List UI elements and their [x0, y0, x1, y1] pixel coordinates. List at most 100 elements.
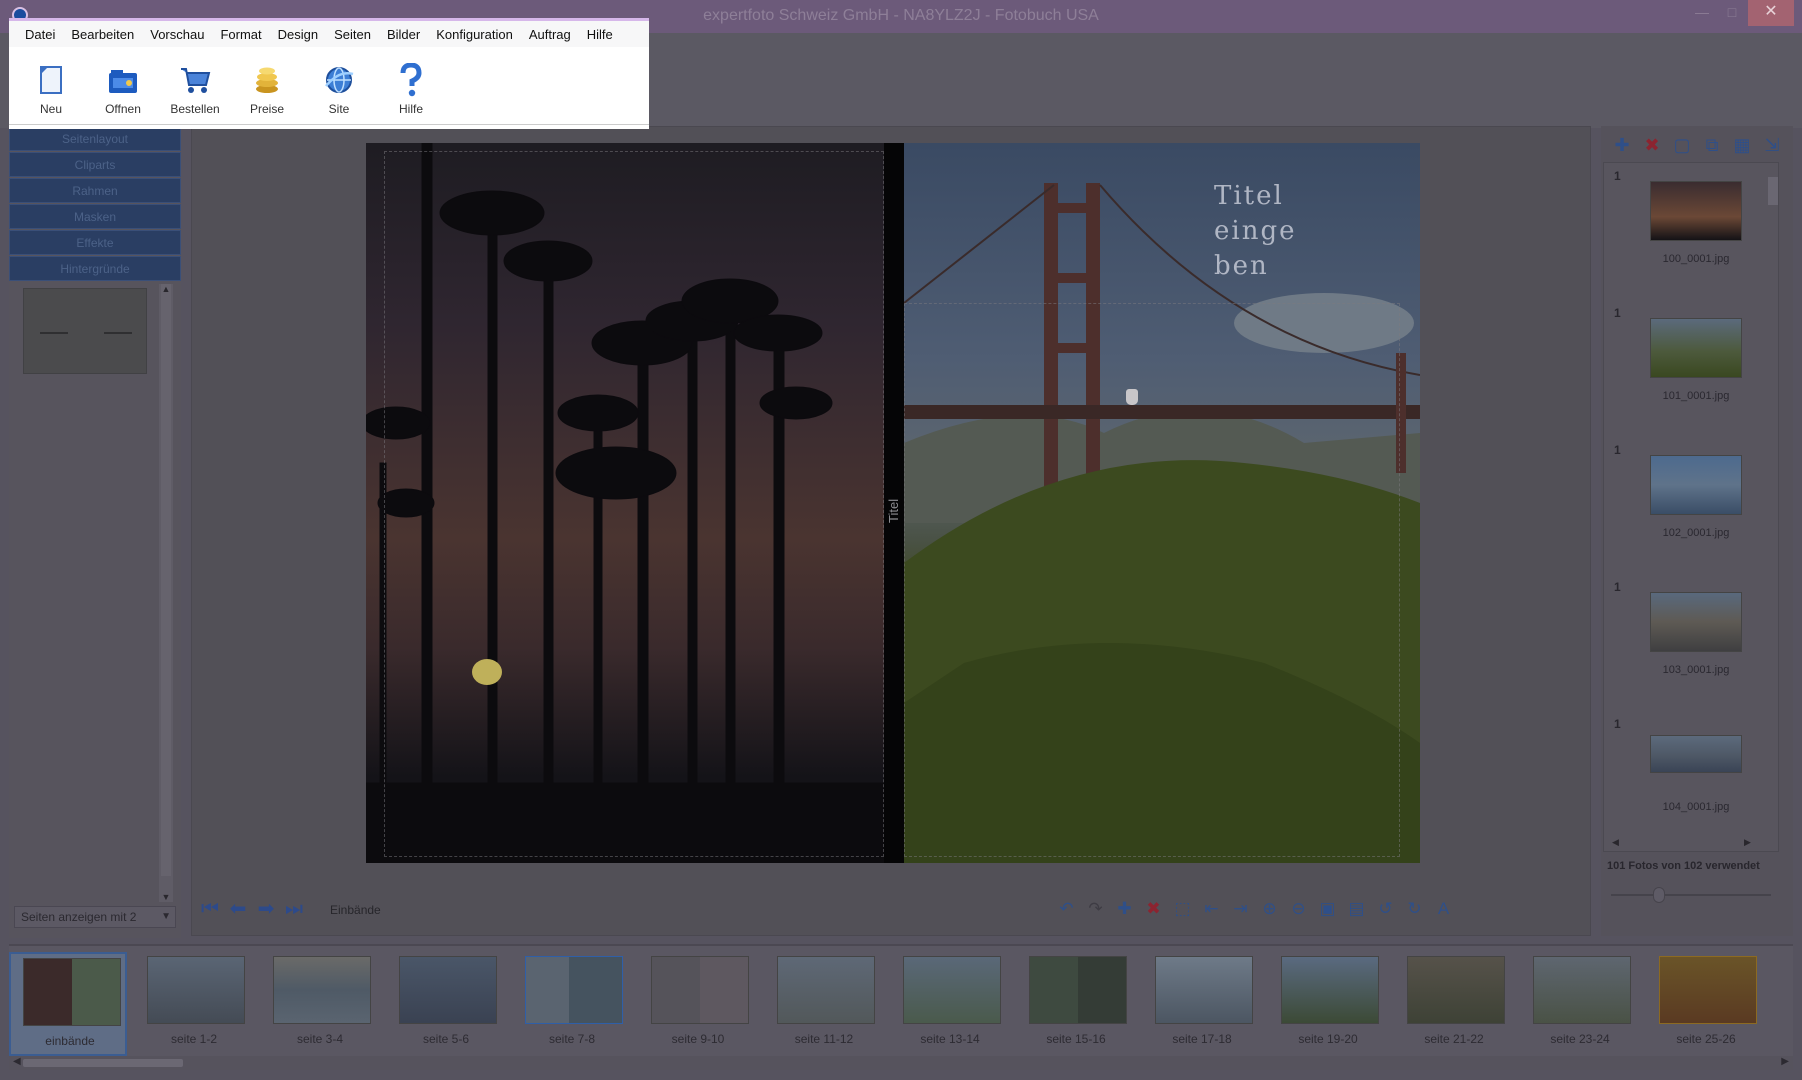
page-thumb[interactable]: seite 1-2 [135, 952, 253, 1056]
page-thumb[interactable]: seite 13-14 [891, 952, 1009, 1056]
text-tool-icon[interactable]: A [1429, 897, 1458, 921]
page-thumb[interactable]: seite 23-24 [1521, 952, 1639, 1056]
rotate-left-icon[interactable]: ↺ [1371, 897, 1400, 921]
menu-datei[interactable]: Datei [17, 27, 63, 42]
page-view-select[interactable]: Seiten anzeigen mit 2 ▼ [14, 906, 176, 928]
cover-title-text[interactable]: Titel einge ben [1214, 179, 1296, 284]
preview-icon[interactable]: ▤ [1342, 897, 1371, 921]
maximize-button[interactable]: □ [1716, 0, 1748, 26]
thumbnail-size-slider[interactable] [1611, 887, 1771, 903]
site-button[interactable]: Site [303, 47, 375, 124]
scroll-right-icon[interactable]: ▶ [1781, 1056, 1789, 1067]
previous-page-icon[interactable]: ⬅ [226, 897, 250, 921]
menu-hilfe[interactable]: Hilfe [579, 27, 621, 42]
auto-fill-icon[interactable]: ⇲ [1757, 134, 1787, 156]
book-cover-spread[interactable]: Titel Titel einge ben [366, 143, 1420, 863]
photo-list-scroll-thumb[interactable] [1768, 177, 1778, 205]
page-thumb-image [273, 956, 371, 1024]
new-button[interactable]: Neu [15, 47, 87, 124]
page-thumb[interactable]: seite 21-22 [1395, 952, 1513, 1056]
redo-icon[interactable]: ↷ [1081, 897, 1110, 921]
photo-list-hscroll[interactable]: ◀ ▶ [1604, 837, 1764, 851]
menu-vorschau[interactable]: Vorschau [142, 27, 212, 42]
help-button[interactable]: Hilfe [375, 47, 447, 124]
page-thumb[interactable]: seite 11-12 [765, 952, 883, 1056]
slider-knob[interactable] [1653, 887, 1665, 903]
film-strip-scrollbar[interactable]: ◀ ▶ [9, 1056, 1793, 1070]
menu-seiten[interactable]: Seiten [326, 27, 379, 42]
photo-thumbnail[interactable] [1650, 592, 1742, 652]
category-rahmen[interactable]: Rahmen [9, 178, 181, 203]
remove-photo-icon[interactable]: ✖ [1637, 134, 1667, 156]
menu-format[interactable]: Format [212, 27, 269, 42]
insert-right-icon[interactable]: ⇥ [1226, 897, 1255, 921]
left-scrollbar[interactable]: ▲ ▼ [159, 284, 173, 902]
import-folder-icon[interactable]: ▢ [1667, 134, 1697, 156]
category-hintergruende[interactable]: Hintergründe [9, 256, 181, 281]
delete-icon[interactable]: ✖ [1139, 897, 1168, 921]
scroll-up-icon[interactable]: ▲ [159, 284, 173, 294]
app-window: expertfoto Schweiz GmbH - NA8YLZ2J - Fot… [0, 0, 1802, 1080]
photo-thumbnail[interactable] [1650, 318, 1742, 378]
prices-button[interactable]: Preise [231, 47, 303, 124]
fit-page-icon[interactable]: ▣ [1313, 897, 1342, 921]
menu-konfiguration[interactable]: Konfiguration [428, 27, 521, 42]
last-page-icon[interactable]: ⏭ [282, 897, 306, 921]
page-thumb-caption: seite 15-16 [1046, 1032, 1106, 1046]
rotate-right-icon[interactable]: ↻ [1400, 897, 1429, 921]
zoom-in-icon[interactable]: ⊕ [1255, 897, 1284, 921]
page-thumb[interactable]: seite 15-16 [1017, 952, 1135, 1056]
scroll-right-icon[interactable]: ▶ [1744, 837, 1751, 848]
page-thumb[interactable]: seite 5-6 [387, 952, 505, 1056]
photo-item[interactable]: 1 100_0001.jpg [1604, 163, 1780, 300]
chevron-down-icon: ▼ [161, 911, 171, 922]
open-button[interactable]: Offnen [87, 47, 159, 124]
photo-filename: 104_0001.jpg [1662, 801, 1730, 813]
photo-list-scrollbar[interactable] [1766, 163, 1780, 839]
next-page-icon[interactable]: ➡ [254, 897, 278, 921]
category-effekte[interactable]: Effekte [9, 230, 181, 255]
camera-import-icon[interactable]: ▦ [1727, 134, 1757, 156]
photo-thumbnail[interactable] [1650, 455, 1742, 515]
film-strip-scroll-thumb[interactable] [23, 1059, 183, 1067]
menu-auftrag[interactable]: Auftrag [521, 27, 579, 42]
page-thumb-einbaende[interactable]: einbände [9, 952, 127, 1056]
scroll-left-icon[interactable]: ◀ [13, 1056, 21, 1067]
page-thumb[interactable]: seite 7-8 [513, 952, 631, 1056]
mouse-cursor-icon [1126, 389, 1138, 405]
page-thumb[interactable]: seite 17-18 [1143, 952, 1261, 1056]
photo-item[interactable]: 1 102_0001.jpg [1604, 437, 1780, 574]
page-thumb[interactable]: seite 19-20 [1269, 952, 1387, 1056]
category-cliparts[interactable]: Cliparts [9, 152, 181, 177]
layout-thumbnail[interactable] [23, 288, 147, 374]
spine-title-text[interactable]: Titel [886, 499, 901, 523]
first-page-icon[interactable]: ⏮ [198, 897, 222, 921]
close-button[interactable]: ✕ [1748, 0, 1794, 26]
menu-ribbon-panel: Datei Bearbeiten Vorschau Format Design … [9, 18, 649, 129]
order-button[interactable]: Bestellen [159, 47, 231, 124]
zoom-out-icon[interactable]: ⊖ [1284, 897, 1313, 921]
replace-photo-icon[interactable]: ⧉ [1697, 134, 1727, 156]
photo-item[interactable]: 1 101_0001.jpg [1604, 300, 1780, 437]
category-seitenlayout[interactable]: Seitenlayout [9, 126, 181, 151]
scroll-down-icon[interactable]: ▼ [159, 892, 173, 902]
add-icon[interactable]: ✚ [1110, 897, 1139, 921]
menu-design[interactable]: Design [270, 27, 326, 42]
add-photo-icon[interactable]: ✚ [1607, 134, 1637, 156]
category-masken[interactable]: Masken [9, 204, 181, 229]
photo-item[interactable]: 1 103_0001.jpg [1604, 574, 1780, 711]
photo-item[interactable]: 1 104_0001.jpg [1604, 711, 1780, 848]
page-thumb[interactable]: seite 9-10 [639, 952, 757, 1056]
canvas-area: Titel Titel einge ben ⏮ ⬅ ➡ ⏭ Einbände ↶… [191, 126, 1591, 936]
page-thumb[interactable]: seite 25-26 [1647, 952, 1765, 1056]
menu-bilder[interactable]: Bilder [379, 27, 428, 42]
page-thumb[interactable]: seite 3-4 [261, 952, 379, 1056]
photo-thumbnail[interactable] [1650, 735, 1742, 773]
scroll-left-icon[interactable]: ◀ [1612, 837, 1619, 848]
photo-thumbnail[interactable] [1650, 181, 1742, 241]
insert-left-icon[interactable]: ⇤ [1197, 897, 1226, 921]
minimize-button[interactable]: — [1688, 0, 1716, 26]
undo-icon[interactable]: ↶ [1052, 897, 1081, 921]
add-frame-icon[interactable]: ⬚ [1168, 897, 1197, 921]
menu-bearbeiten[interactable]: Bearbeiten [63, 27, 142, 42]
